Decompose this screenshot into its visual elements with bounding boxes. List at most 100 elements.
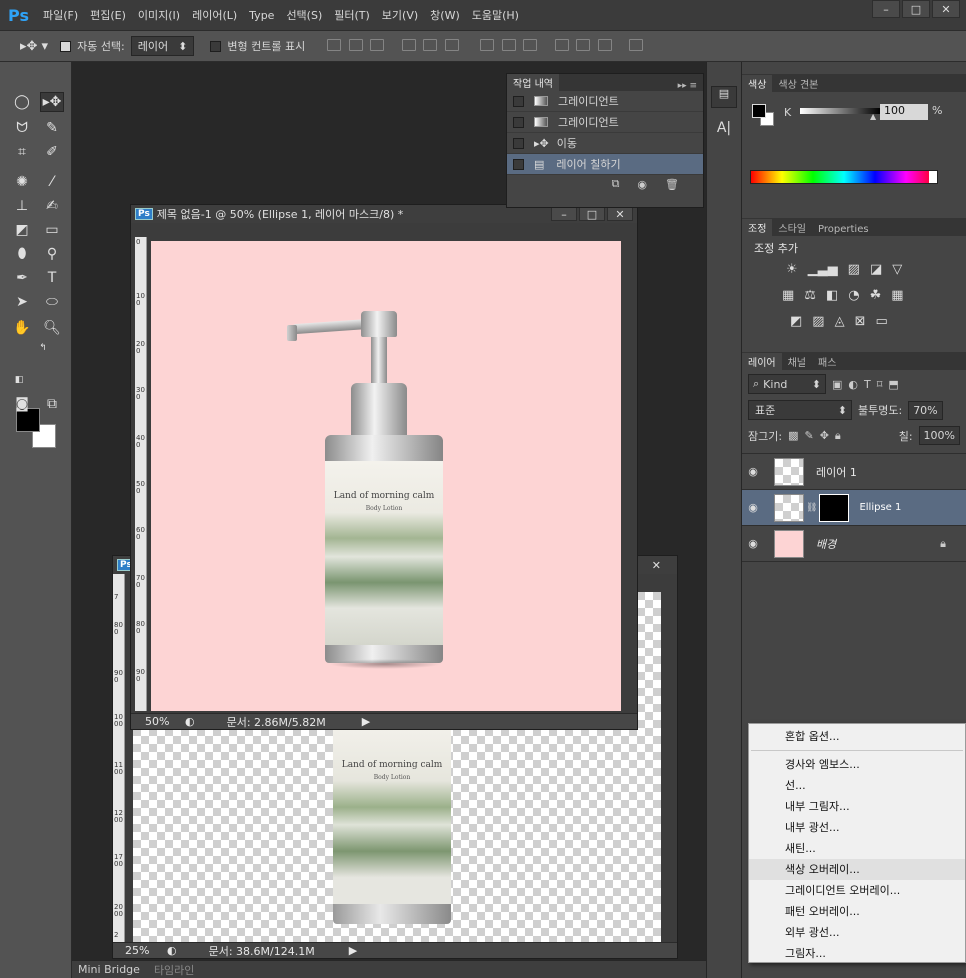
tab-paths[interactable]: 패스	[812, 353, 843, 370]
brush-tool-icon[interactable]: ⁄	[40, 172, 64, 192]
new-snapshot-icon[interactable]: ◉	[637, 178, 647, 191]
ellipse-marquee-tool-icon[interactable]: ◯	[10, 92, 34, 112]
menu-inner-glow[interactable]: 내부 광선...	[749, 817, 965, 838]
distribute-vcenter-icon[interactable]	[501, 38, 516, 51]
menu-drop-shadow[interactable]: 그림자...	[749, 943, 965, 964]
tab-properties[interactable]: Properties	[812, 223, 875, 236]
menu-edit[interactable]: 편집(E)	[90, 7, 126, 23]
quick-select-tool-icon[interactable]: ✎	[40, 118, 64, 138]
photo-filter-icon[interactable]: ◔	[848, 288, 859, 303]
align-bottom-icon[interactable]	[370, 38, 385, 51]
lasso-tool-icon[interactable]: ᗢ	[10, 118, 34, 138]
zoom-tool-icon[interactable]: 🔍︎	[40, 318, 64, 338]
trash-icon[interactable]: 🗑︎	[665, 178, 679, 191]
menu-help[interactable]: 도움말(H)	[472, 7, 519, 23]
character-panel-icon[interactable]: A|	[711, 120, 737, 142]
menu-color-overlay[interactable]: 색상 오버레이...	[749, 859, 965, 880]
curves-icon[interactable]: ▨	[848, 262, 860, 277]
eraser-tool-icon[interactable]: ◩	[10, 220, 34, 240]
tab-history[interactable]: 작업 내역	[507, 74, 559, 91]
history-panel-icon[interactable]: ▤	[711, 86, 737, 108]
opacity-input[interactable]: 70%	[908, 400, 943, 420]
doc-info-icon[interactable]: ◐	[167, 944, 177, 957]
menu-gradient-overlay[interactable]: 그레이디언트 오버레이...	[749, 880, 965, 901]
invert-icon[interactable]: ◩	[790, 314, 802, 329]
distribute-right-icon[interactable]	[597, 38, 612, 51]
auto-align-icon[interactable]	[629, 38, 644, 51]
hand-tool-icon[interactable]: ✋	[10, 318, 34, 338]
menu-satin[interactable]: 새틴...	[749, 838, 965, 859]
menu-bevel-emboss[interactable]: 경사와 엠보스...	[749, 754, 965, 775]
menu-file[interactable]: 파일(F)	[43, 7, 78, 23]
pen-tool-icon[interactable]: ✒	[10, 268, 34, 288]
eyedropper-tool-icon[interactable]: ✐	[40, 142, 64, 162]
layer-row[interactable]: ◉ 배경 🔒︎	[742, 526, 966, 562]
exposure-icon[interactable]: ◪	[870, 262, 882, 277]
levels-icon[interactable]: ▁▃▅	[808, 262, 838, 277]
menu-outer-glow[interactable]: 외부 광선...	[749, 922, 965, 943]
menu-type[interactable]: Type	[249, 9, 274, 22]
crop-tool-icon[interactable]: ⌗	[10, 142, 34, 162]
tab-swatches[interactable]: 색상 견본	[772, 75, 825, 92]
tab-adjustments[interactable]: 조정	[742, 219, 773, 236]
k-slider[interactable]	[800, 108, 880, 114]
type-tool-icon[interactable]: T	[40, 268, 64, 288]
stamp-tool-icon[interactable]: ⊥	[10, 196, 34, 216]
menu-image[interactable]: 이미지(I)	[138, 7, 180, 23]
canvas-pink[interactable]: Land of morning calm Body Lotion	[151, 241, 621, 711]
history-checkbox[interactable]	[513, 95, 524, 107]
gradient-map-2-icon[interactable]: ▭	[876, 314, 888, 329]
layer-row-active[interactable]: ◉ ⛓ Ellipse 1	[742, 490, 966, 526]
layer-mask-thumbnail[interactable]	[819, 493, 850, 522]
layer-name[interactable]: 배경	[816, 536, 836, 552]
layer-filter-dropdown[interactable]: ⌕ Kind ⬍	[748, 374, 826, 394]
align-vcenter-icon[interactable]	[348, 38, 363, 51]
zoom-level[interactable]: 50%	[145, 715, 177, 728]
menu-view[interactable]: 보기(V)	[382, 7, 418, 23]
swap-colors-icon[interactable]: ↰	[36, 342, 50, 354]
blur-tool-icon[interactable]: ⬮	[10, 244, 34, 264]
screen-mode-icon[interactable]: ⧉	[40, 394, 64, 414]
history-checkbox[interactable]	[513, 116, 524, 128]
close-button[interactable]: ✕	[932, 0, 960, 18]
menu-stroke[interactable]: 선...	[749, 775, 965, 796]
tab-color[interactable]: 색상	[742, 75, 773, 92]
quick-mask-icon[interactable]: ◙	[10, 394, 34, 414]
layer-name[interactable]: Ellipse 1	[859, 502, 901, 513]
doc-close-button[interactable]: ✕	[607, 207, 633, 221]
color-spectrum-ramp[interactable]	[750, 170, 938, 184]
minimize-button[interactable]: –	[872, 0, 900, 18]
brightness-icon[interactable]: ☀	[786, 262, 798, 277]
auto-select-dropdown[interactable]: 레이어 ⬍	[130, 36, 195, 56]
selective-color-icon[interactable]: ⊠	[855, 314, 866, 329]
black-white-icon[interactable]: ◧	[826, 288, 838, 303]
distribute-left-icon[interactable]	[554, 38, 569, 51]
menu-pattern-overlay[interactable]: 패턴 오버레이...	[749, 901, 965, 922]
distribute-top-icon[interactable]	[480, 38, 495, 51]
visibility-eye-icon[interactable]: ◉	[742, 465, 764, 478]
history-checkbox[interactable]	[513, 158, 524, 170]
visibility-eye-icon[interactable]: ◉	[742, 537, 764, 550]
transform-controls-checkbox[interactable]	[210, 40, 222, 52]
vibrance-icon[interactable]: ▦	[782, 288, 794, 303]
layer-row[interactable]: ◉ 레이어 1	[742, 454, 966, 490]
new-document-from-state-icon[interactable]: ⧉	[612, 177, 620, 191]
auto-select-checkbox[interactable]	[60, 40, 72, 52]
zoom-level[interactable]: 25%	[125, 944, 161, 957]
history-item[interactable]: 그레이디언트	[507, 112, 703, 133]
default-colors-icon[interactable]: ◧	[12, 374, 26, 386]
status-arrow-icon[interactable]: ▶	[362, 715, 370, 728]
menu-inner-shadow[interactable]: 내부 그림자...	[749, 796, 965, 817]
channel-mixer-icon[interactable]: ☘	[870, 288, 882, 303]
doc-info-icon[interactable]: ◐	[185, 715, 195, 728]
panel-menu-icon[interactable]: ▸▸ ≡	[678, 81, 697, 91]
tab-timeline[interactable]: 타임라인	[154, 962, 194, 978]
path-select-tool-icon[interactable]: ➤	[10, 292, 34, 312]
history-checkbox[interactable]	[513, 137, 524, 149]
history-item[interactable]: ▸✥ 이동	[507, 133, 703, 154]
color-balance-icon[interactable]: ⚖	[804, 288, 816, 303]
move-tool-icon[interactable]: ▸✥	[40, 92, 64, 112]
threshold-icon[interactable]: ◬	[835, 314, 845, 329]
fill-input[interactable]: 100%	[918, 426, 960, 445]
blend-mode-dropdown[interactable]: 표준 ⬍	[748, 400, 852, 420]
